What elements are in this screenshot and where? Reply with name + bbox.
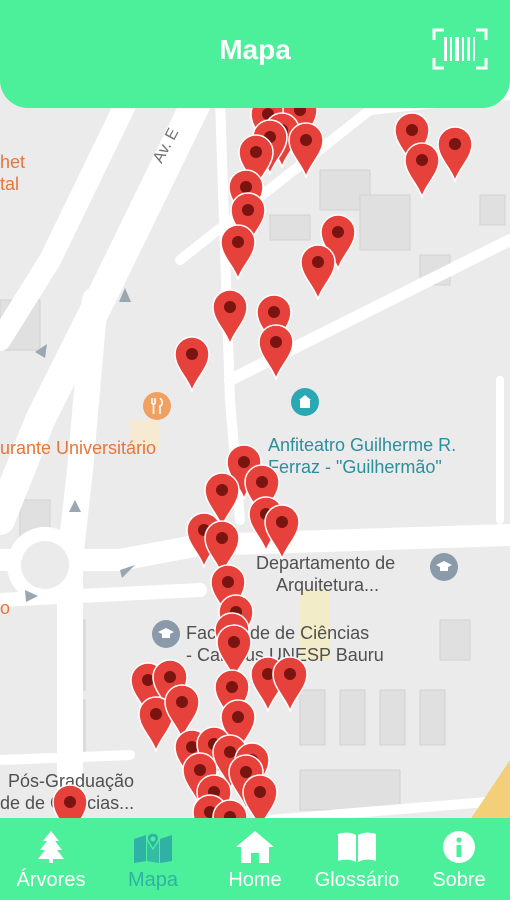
tab-arvores[interactable]: Árvores (1, 829, 101, 892)
tree-marker-pin[interactable] (211, 289, 249, 345)
tree-marker-pin[interactable] (287, 122, 325, 178)
tree-marker-pin[interactable] (173, 336, 211, 392)
barcode-scan-icon[interactable] (432, 28, 488, 70)
book-icon (338, 832, 376, 862)
tree-marker-pin[interactable] (403, 142, 441, 198)
tab-label: Mapa (127, 869, 179, 891)
info-icon (443, 831, 475, 863)
tree-marker-pin[interactable] (299, 244, 337, 300)
map-icon (134, 832, 172, 863)
map-view[interactable]: Av. E het tal o urante Universitário Anf… (0, 0, 510, 900)
tab-label: Glossário (314, 869, 400, 891)
tree-marker-pin[interactable] (436, 126, 474, 182)
tree-marker-pin[interactable] (257, 324, 295, 380)
tab-glossario[interactable]: Glossário (307, 829, 407, 892)
tree-marker-pin[interactable] (219, 224, 257, 280)
app-header: Mapa (0, 0, 510, 108)
tab-label: Árvores (16, 869, 86, 891)
tab-home[interactable]: Home (205, 829, 305, 892)
tree-markers-layer (0, 0, 510, 900)
tree-icon (38, 831, 64, 863)
home-icon (236, 831, 274, 863)
page-title: Mapa (219, 34, 291, 65)
tab-mapa[interactable]: Mapa (103, 829, 203, 892)
tab-label: Home (228, 869, 282, 891)
tree-marker-pin[interactable] (263, 504, 301, 560)
tab-label: Sobre (432, 869, 486, 891)
tab-sobre[interactable]: Sobre (409, 829, 509, 892)
tree-marker-pin[interactable] (271, 656, 309, 712)
bottom-tab-bar: Árvores Mapa Home Glossário Sobre (0, 818, 510, 900)
